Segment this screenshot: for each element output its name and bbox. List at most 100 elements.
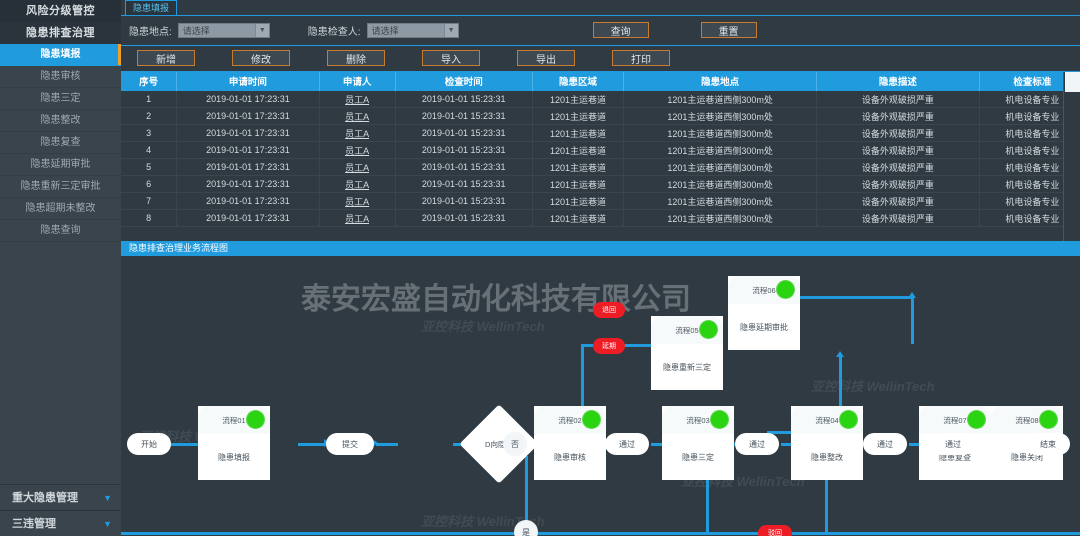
- table-header-cell-3[interactable]: 检查时间: [395, 72, 532, 91]
- table-cell-r5-c2: 员工A: [319, 176, 395, 193]
- flow-node-start[interactable]: 开始: [127, 433, 171, 455]
- flow-node-process-04[interactable]: 流程04 隐患整改: [791, 406, 863, 480]
- scrollbar-thumb[interactable]: [1065, 72, 1080, 92]
- sidebar-item-hazard-report[interactable]: 隐患填报: [0, 44, 121, 66]
- flow-node-end[interactable]: 结束: [1026, 433, 1070, 455]
- sidebar-group-risk-control[interactable]: 风险分级管控: [0, 0, 121, 22]
- table-row[interactable]: 12019-01-01 17:23:31员工A2019-01-01 15:23:…: [121, 91, 1080, 108]
- export-button[interactable]: 导出: [517, 50, 575, 66]
- flow-edge: [581, 396, 584, 399]
- status-dot-icon: [968, 411, 985, 428]
- table-scrollbar[interactable]: [1063, 72, 1080, 242]
- table-cell-r1-c6: 设备外观破损严重: [817, 108, 979, 125]
- flow-node-06-title: 流程06: [752, 285, 775, 296]
- table-row[interactable]: 42019-01-01 17:23:31员工A2019-01-01 15:23:…: [121, 142, 1080, 159]
- flow-node-07-title: 流程07: [943, 415, 966, 426]
- table-header-cell-2[interactable]: 申请人: [319, 72, 395, 91]
- table-cell-r4-c4: 1201主运巷道: [532, 159, 623, 176]
- table-cell-r1-c5: 1201主运巷道西侧300m处: [624, 108, 817, 125]
- flow-edge: [171, 443, 201, 446]
- sidebar-item-hazard-query[interactable]: 隐患查询: [0, 220, 121, 242]
- table-cell-r3-c3: 2019-01-01 15:23:31: [395, 142, 532, 159]
- status-dot-icon: [583, 411, 600, 428]
- delete-button[interactable]: 删除: [327, 50, 385, 66]
- table-row[interactable]: 22019-01-01 17:23:31员工A2019-01-01 15:23:…: [121, 108, 1080, 125]
- table-row[interactable]: 32019-01-01 17:23:31员工A2019-01-01 15:23:…: [121, 125, 1080, 142]
- sidebar-item-three-violations-management[interactable]: 三违管理 ▼: [0, 510, 121, 536]
- table-cell-r7-c1: 2019-01-01 17:23:31: [177, 210, 319, 227]
- flow-node-01-title: 流程01: [222, 415, 245, 426]
- flow-edge-label-pass-1: 通过: [605, 433, 649, 455]
- flow-edge-label-submit: 提交: [326, 433, 374, 455]
- sidebar-item-hazard-extension-approval[interactable]: 隐患延期审批: [0, 154, 121, 176]
- sidebar-item-hazard-re-three-fix-approval[interactable]: 隐患重新三定审批: [0, 176, 121, 198]
- sidebar-item-major-hazard-management[interactable]: 重大隐患管理 ▼: [0, 484, 121, 510]
- table-row[interactable]: 52019-01-01 17:23:31员工A2019-01-01 15:23:…: [121, 159, 1080, 176]
- table-cell-r6-c5: 1201主运巷道西侧300m处: [624, 193, 817, 210]
- tab-hazard-report[interactable]: 隐患填报: [125, 0, 177, 15]
- query-button[interactable]: 查询: [593, 22, 649, 38]
- table-header-cell-1[interactable]: 申请时间: [177, 72, 319, 91]
- table-cell-r3-c2: 员工A: [319, 142, 395, 159]
- table-cell-r6-c2: 员工A: [319, 193, 395, 210]
- flow-node-04-title: 流程04: [815, 415, 838, 426]
- chevron-down-icon[interactable]: ▼: [255, 24, 269, 37]
- flow-node-03-body: 隐患三定: [662, 434, 734, 480]
- table-row[interactable]: 62019-01-01 17:23:31员工A2019-01-01 15:23:…: [121, 176, 1080, 193]
- flow-node-process-05[interactable]: 流程05 隐患重新三定: [651, 316, 723, 390]
- sidebar-item-hazard-recheck[interactable]: 隐患复查: [0, 132, 121, 154]
- watermark-company: 泰安宏盛自动化科技有限公司: [301, 274, 691, 318]
- add-button[interactable]: 新增: [137, 50, 195, 66]
- flow-node-process-01[interactable]: 流程01 隐患填报: [198, 406, 270, 480]
- filter-inspector-label: 隐患检查人:: [308, 23, 361, 38]
- table-cell-r2-c0: 3: [121, 125, 177, 142]
- reset-button[interactable]: 重置: [701, 22, 757, 38]
- sidebar-item-hazard-review[interactable]: 隐患审核: [0, 66, 121, 88]
- sidebar-item-hazard-rectify[interactable]: 隐患整改: [0, 110, 121, 132]
- sidebar-item-three-violations-label: 三违管理: [12, 518, 56, 530]
- flow-node-process-06[interactable]: 流程06 隐患延期审批: [728, 276, 800, 350]
- table-cell-r7-c3: 2019-01-01 15:23:31: [395, 210, 532, 227]
- sidebar-group-hazard-management[interactable]: 隐患排查治理: [0, 22, 121, 44]
- flow-node-03-title: 流程03: [686, 415, 709, 426]
- table-cell-r7-c5: 1201主运巷道西侧300m处: [624, 210, 817, 227]
- flow-edge: [376, 443, 398, 446]
- filter-location-label: 隐患地点:: [129, 23, 172, 38]
- table-header-cell-5[interactable]: 隐患地点: [624, 72, 817, 91]
- table-cell-r7-c4: 1201主运巷道: [532, 210, 623, 227]
- table-header-cell-4[interactable]: 隐患区域: [532, 72, 623, 91]
- flow-node-process-02[interactable]: 流程02 隐患审核: [534, 406, 606, 480]
- status-dot-icon: [711, 411, 728, 428]
- print-button[interactable]: 打印: [612, 50, 670, 66]
- filter-inspector-select[interactable]: 请选择 ▼: [367, 23, 459, 38]
- table-cell-r7-c2: 员工A: [319, 210, 395, 227]
- table-cell-r0-c1: 2019-01-01 17:23:31: [177, 91, 319, 108]
- flow-node-04-body: 隐患整改: [791, 434, 863, 480]
- table-row[interactable]: 72019-01-01 17:23:31员工A2019-01-01 15:23:…: [121, 193, 1080, 210]
- table-row[interactable]: 82019-01-01 17:23:31员工A2019-01-01 15:23:…: [121, 210, 1080, 227]
- filter-location-select[interactable]: 请选择 ▼: [178, 23, 270, 38]
- table-header-cell-0[interactable]: 序号: [121, 72, 177, 91]
- table-cell-r6-c3: 2019-01-01 15:23:31: [395, 193, 532, 210]
- application-root: 风险分级管控 隐患排查治理 隐患填报 隐患审核 隐患三定 隐患整改 隐患复查 隐…: [0, 0, 1080, 536]
- table-cell-r5-c3: 2019-01-01 15:23:31: [395, 176, 532, 193]
- flow-node-process-03[interactable]: 流程03 隐患三定: [662, 406, 734, 480]
- flow-canvas: 泰安宏盛自动化科技有限公司 亚控科技 WellinTech 亚控科技 Welli…: [121, 256, 1080, 536]
- table-header-cell-6[interactable]: 隐患描述: [817, 72, 979, 91]
- sidebar-item-hazard-overdue[interactable]: 隐患超期未整改: [0, 198, 121, 220]
- edit-button[interactable]: 修改: [232, 50, 290, 66]
- sidebar-item-hazard-three-fix[interactable]: 隐患三定: [0, 88, 121, 110]
- import-button[interactable]: 导入: [422, 50, 480, 66]
- table-cell-r1-c4: 1201主运巷道: [532, 108, 623, 125]
- table-cell-r2-c3: 2019-01-01 15:23:31: [395, 125, 532, 142]
- status-dot-icon: [777, 281, 794, 298]
- filter-buttons: 查询 重置: [593, 22, 757, 38]
- flow-node-process-08-title: 流程08: [1015, 415, 1038, 426]
- sidebar-nav-list: 隐患填报 隐患审核 隐患三定 隐患整改 隐患复查 隐患延期审批 隐患重新三定审批…: [0, 44, 121, 242]
- status-dot-icon: [1040, 411, 1057, 428]
- chevron-down-icon: ▼: [103, 485, 112, 511]
- table-cell-r2-c2: 员工A: [319, 125, 395, 142]
- flow-edge: [706, 471, 709, 533]
- chevron-down-icon[interactable]: ▼: [444, 24, 458, 37]
- flow-node-03-header: 流程03: [662, 406, 734, 434]
